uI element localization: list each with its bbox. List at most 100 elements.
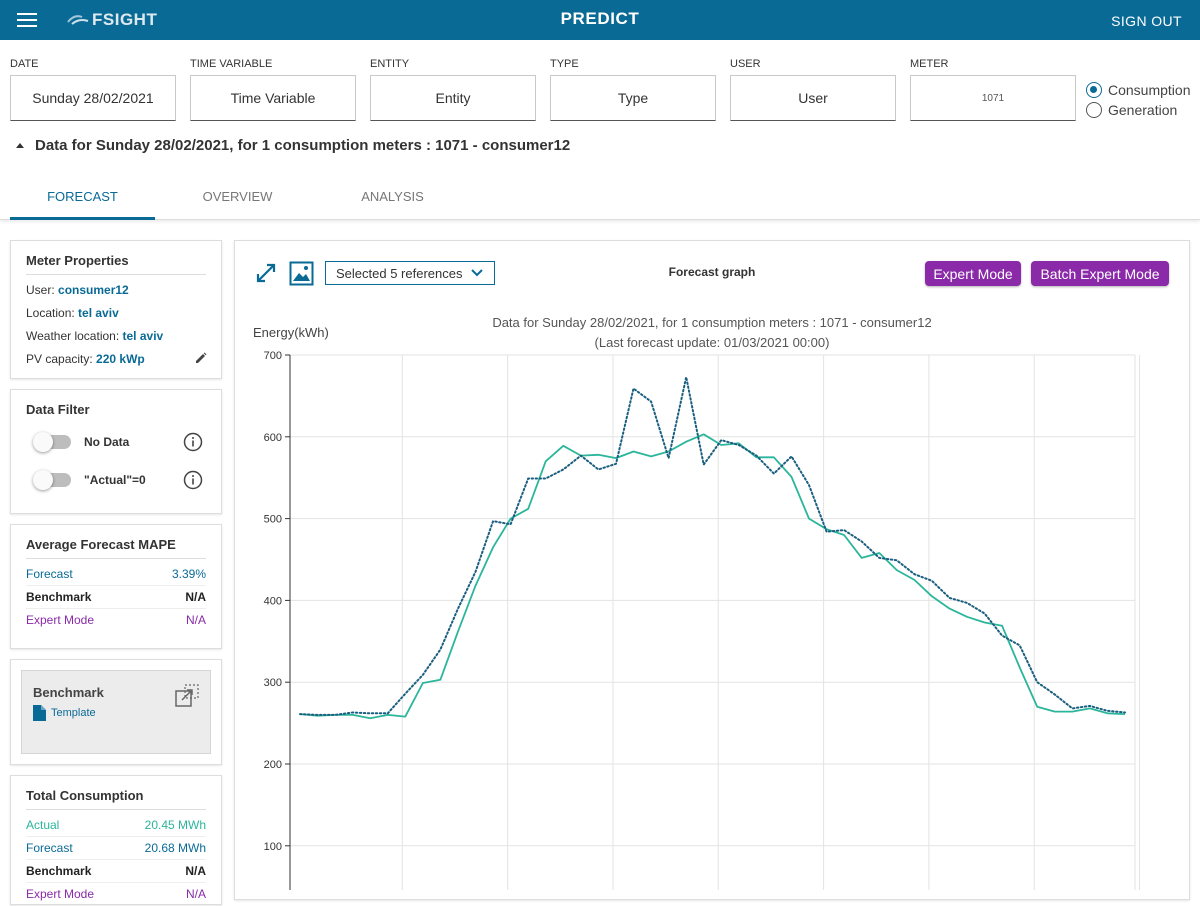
- total-benchmark-value: N/A: [185, 864, 206, 878]
- radio-unselected-icon: [1086, 102, 1102, 118]
- radio-selected-icon: [1086, 82, 1102, 98]
- y-tick-label: 500: [264, 514, 282, 526]
- mape-expert-label: Expert Mode: [26, 613, 95, 627]
- mape-benchmark-label: Benchmark: [26, 590, 92, 604]
- mape-benchmark-row: Benchmark N/A: [26, 586, 206, 609]
- references-select-label: Selected 5 references: [336, 265, 463, 281]
- entity-label: ENTITY: [370, 58, 410, 70]
- caret-up-icon: [16, 143, 24, 148]
- mape-benchmark-value: N/A: [185, 590, 206, 604]
- total-benchmark-row: Benchmark N/A: [26, 860, 206, 883]
- meter-user-label: User:: [26, 283, 55, 297]
- actual-zero-toggle[interactable]: [33, 470, 71, 490]
- meter-properties-title: Meter Properties: [26, 253, 206, 275]
- date-filter-label: DATE: [10, 58, 39, 70]
- generation-label: Generation: [1108, 102, 1178, 118]
- references-select[interactable]: Selected 5 references: [325, 261, 495, 285]
- generation-radio[interactable]: Generation: [1086, 100, 1191, 120]
- time-variable-label: TIME VARIABLE: [190, 58, 273, 70]
- mape-forecast-label: Forecast: [26, 567, 73, 581]
- consumption-label: Consumption: [1108, 82, 1191, 98]
- open-external-icon[interactable]: [174, 683, 200, 709]
- user-filter: USER User: [730, 58, 896, 121]
- meter-location: Location: tel aviv: [26, 302, 206, 325]
- average-mape-title: Average Forecast MAPE: [26, 537, 206, 559]
- date-filter: DATE Sunday 28/02/2021: [10, 58, 176, 121]
- data-summary-toggle[interactable]: Data for Sunday 28/02/2021, for 1 consum…: [16, 137, 570, 154]
- chart-title: Data for Sunday 28/02/2021, for 1 consum…: [492, 315, 931, 330]
- meter-weather-value: tel aviv: [122, 329, 164, 343]
- type-label: TYPE: [550, 58, 579, 70]
- total-actual-row: Actual 20.45 MWh: [26, 814, 206, 837]
- mape-forecast-row: Forecast 3.39%: [26, 563, 206, 586]
- entity-field[interactable]: Entity: [370, 75, 536, 121]
- top-bar: FSIGHT PREDICT SIGN OUT: [0, 0, 1200, 40]
- meter-pv-label: PV capacity:: [26, 352, 93, 366]
- meter-pv-capacity: PV capacity: 220 kWp: [26, 348, 206, 371]
- time-variable-filter: TIME VARIABLE Time Variable: [190, 58, 356, 121]
- actual-zero-label: "Actual"=0: [84, 473, 146, 487]
- user-label: USER: [730, 58, 761, 70]
- mape-forecast-value: 3.39%: [171, 567, 206, 581]
- meter-weather-label: Weather location:: [26, 329, 120, 343]
- total-actual-label: Actual: [26, 818, 60, 832]
- data-filter-title: Data Filter: [26, 402, 90, 417]
- fullscreen-icon[interactable]: [256, 263, 276, 283]
- image-export-icon[interactable]: [289, 261, 314, 286]
- chart-subtitle: (Last forecast update: 01/03/2021 00:00): [595, 335, 830, 350]
- time-variable-field[interactable]: Time Variable: [190, 75, 356, 121]
- meter-user-value: consumer12: [58, 283, 129, 297]
- template-link-label: Template: [51, 707, 96, 719]
- tab-bar: FORECAST OVERVIEW ANALYSIS: [0, 172, 1200, 220]
- total-expert-label: Expert Mode: [26, 887, 95, 901]
- data-summary-text: Data for Sunday 28/02/2021, for 1 consum…: [35, 137, 571, 154]
- mape-expert-row: Expert Mode N/A: [26, 609, 206, 632]
- meter-field[interactable]: 1071: [910, 75, 1076, 121]
- pencil-edit-icon[interactable]: [195, 352, 207, 364]
- meter-label: METER: [910, 58, 949, 70]
- tab-analysis[interactable]: ANALYSIS: [320, 172, 465, 219]
- y-axis-label: Energy(kWh): [253, 325, 329, 340]
- y-tick-label: 400: [264, 595, 282, 607]
- total-expert-value: N/A: [185, 887, 206, 901]
- info-icon[interactable]: [183, 470, 203, 490]
- meter-weather-location: Weather location: tel aviv: [26, 325, 206, 348]
- benchmark-card: Benchmark Template: [21, 670, 211, 754]
- consumption-radio[interactable]: Consumption: [1086, 80, 1191, 100]
- user-field[interactable]: User: [730, 75, 896, 121]
- total-forecast-row: Forecast 20.68 MWh: [26, 837, 206, 860]
- graph-title: Forecast graph: [668, 265, 756, 279]
- y-tick-label: 100: [264, 841, 282, 853]
- type-filter: TYPE Type: [550, 58, 716, 121]
- entity-filter: ENTITY Entity: [370, 58, 536, 121]
- total-forecast-value: 20.68 MWh: [144, 841, 206, 855]
- data-filter-card: Data Filter No Data "Actual"=0: [10, 389, 222, 514]
- actual-series-line: [299, 433, 1126, 720]
- no-data-filter-row: No Data: [26, 423, 206, 461]
- meter-location-label: Location:: [26, 306, 75, 320]
- meter-location-value: tel aviv: [78, 306, 119, 320]
- tab-forecast[interactable]: FORECAST: [10, 172, 155, 220]
- total-consumption-card: Total Consumption Actual 20.45 MWh Foreca…: [10, 775, 222, 905]
- date-field[interactable]: Sunday 28/02/2021: [10, 75, 176, 121]
- sign-out-button[interactable]: SIGN OUT: [1111, 13, 1182, 29]
- y-tick-label: 300: [264, 677, 282, 689]
- y-tick-label: 200: [264, 759, 282, 771]
- no-data-label: No Data: [84, 435, 130, 449]
- type-field[interactable]: Type: [550, 75, 716, 121]
- batch-expert-mode-button[interactable]: Batch Expert Mode: [1031, 261, 1169, 286]
- chevron-down-icon: [471, 269, 483, 277]
- meter-filter: METER 1071: [910, 58, 1076, 121]
- meter-user: User: consumer12: [26, 279, 206, 302]
- info-icon[interactable]: [183, 432, 203, 452]
- total-forecast-label: Forecast: [26, 841, 73, 855]
- expert-mode-button[interactable]: Expert Mode: [925, 261, 1021, 286]
- tab-overview[interactable]: OVERVIEW: [165, 172, 310, 219]
- total-benchmark-label: Benchmark: [26, 864, 92, 878]
- total-consumption-title: Total Consumption: [26, 788, 206, 810]
- mode-radio-group: Consumption Generation: [1086, 80, 1191, 120]
- no-data-toggle[interactable]: [33, 432, 71, 452]
- average-mape-card: Average Forecast MAPE Forecast 3.39% Benc…: [10, 524, 222, 649]
- total-expert-row: Expert Mode N/A: [26, 883, 206, 906]
- forecast-series-line: [299, 376, 1126, 716]
